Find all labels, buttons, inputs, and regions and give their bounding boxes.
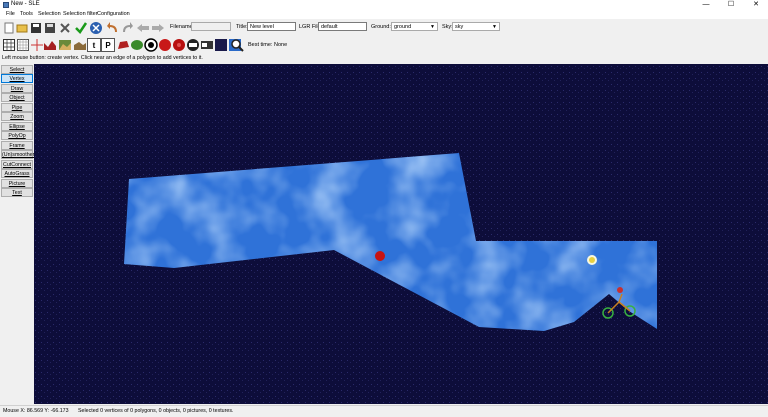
stop-icon[interactable] [89, 21, 103, 35]
bush-icon[interactable] [130, 38, 144, 52]
apple-object[interactable] [375, 251, 385, 261]
tool-ellipse-button[interactable]: Ellipse [1, 122, 33, 131]
sky-dropdown[interactable]: sky ▼ [452, 22, 500, 31]
bar-icon[interactable] [200, 38, 214, 52]
status-bar: Mouse X: 86.569 Y: -66.173 Selected 0 ve… [0, 405, 768, 417]
tool-unsmoothen-button[interactable]: (Un)smoothen [1, 150, 36, 159]
level-drawing[interactable] [34, 64, 768, 404]
menu-selection-filter[interactable]: Selection filter [63, 11, 98, 17]
tool-frame-button[interactable]: Frame [1, 141, 33, 150]
menu-bar: File Tools Selection Selection filter Co… [0, 10, 768, 19]
app-icon [3, 2, 9, 8]
hill-icon[interactable] [73, 38, 87, 52]
tool-vertex-button[interactable]: Vertex [1, 74, 33, 83]
red-circle-icon[interactable] [186, 38, 200, 52]
grid-icon[interactable] [2, 38, 16, 52]
maximize-button[interactable]: ☐ [719, 0, 743, 10]
new-file-icon[interactable] [2, 21, 16, 35]
magnifier-icon[interactable] [230, 38, 244, 52]
tool-zoom-button[interactable]: Zoom [1, 112, 33, 121]
filename-field[interactable] [191, 22, 231, 31]
title-bar: New - SLE — ☐ ✕ [0, 0, 768, 10]
save-as-icon[interactable] [43, 21, 57, 35]
chevron-down-icon: ▼ [430, 24, 435, 30]
best-time-label: Best time: None [248, 42, 288, 48]
toolbar: Filename: Title: New level LGR File: def… [0, 19, 768, 54]
save-icon[interactable] [29, 21, 43, 35]
title-field[interactable]: New level [247, 22, 296, 31]
killer-icon[interactable] [144, 38, 158, 52]
forward-arrow-icon[interactable] [151, 21, 165, 35]
ruler-icon[interactable] [30, 38, 44, 52]
tool-polyop-button[interactable]: PolyOp [1, 131, 33, 140]
chevron-down-icon: ▼ [492, 24, 497, 30]
open-folder-icon[interactable] [15, 21, 29, 35]
tool-autograss-button[interactable]: AutoGrass [1, 169, 33, 178]
redo-icon[interactable] [120, 21, 134, 35]
level-canvas[interactable] [34, 64, 768, 404]
tool-draw-button[interactable]: Draw [1, 84, 33, 93]
tool-pipe-button[interactable]: Pipe [1, 103, 33, 112]
flower-object[interactable] [587, 255, 597, 265]
flower-icon[interactable] [158, 38, 172, 52]
title-label: Title: [236, 24, 248, 30]
selection-status: Selected 0 vertices of 0 polygons, 0 obj… [78, 408, 234, 414]
ground-label: Ground: [371, 24, 391, 30]
ground-dropdown[interactable]: ground ▼ [391, 22, 438, 31]
ground-value: ground [394, 24, 412, 30]
text-t-icon[interactable]: t [87, 38, 101, 52]
menu-tools[interactable]: Tools [20, 11, 33, 17]
dark-texture-icon[interactable] [214, 38, 228, 52]
ground-texture-icon[interactable] [43, 38, 57, 52]
tool-object-button[interactable]: Object [1, 93, 33, 102]
undo-icon[interactable] [106, 21, 120, 35]
lgr-file-field[interactable]: default [318, 22, 367, 31]
window-title: New - SLE [11, 1, 40, 7]
hint-text: Left mouse button: create vertex. Click … [2, 55, 203, 61]
tool-text-button[interactable]: Text [1, 188, 33, 197]
menu-selection[interactable]: Selection [38, 11, 61, 17]
sky-texture-icon[interactable] [58, 38, 72, 52]
close-button[interactable]: ✕ [744, 0, 768, 10]
sky-value: sky [455, 24, 464, 30]
mouse-coordinates: Mouse X: 86.569 Y: -66.173 [3, 408, 69, 414]
red-apple-icon[interactable] [172, 38, 186, 52]
tool-select-button[interactable]: Select [1, 65, 33, 74]
minimize-button[interactable]: — [694, 0, 718, 10]
menu-configuration[interactable]: Configuration [97, 11, 130, 17]
back-arrow-icon[interactable] [136, 21, 150, 35]
tool-sidebar: Select Vertex Draw Object Pipe Zoom Elli… [0, 64, 36, 404]
picture-p-icon[interactable]: P [101, 38, 115, 52]
grid-small-icon[interactable] [16, 38, 30, 52]
check-icon[interactable] [74, 21, 88, 35]
tool-cutconnect-button[interactable]: CutConnect [1, 160, 33, 169]
apple-red-icon[interactable] [116, 38, 130, 52]
menu-file[interactable]: File [6, 11, 15, 17]
tool-picture-button[interactable]: Picture [1, 179, 33, 188]
delete-icon[interactable] [58, 21, 72, 35]
